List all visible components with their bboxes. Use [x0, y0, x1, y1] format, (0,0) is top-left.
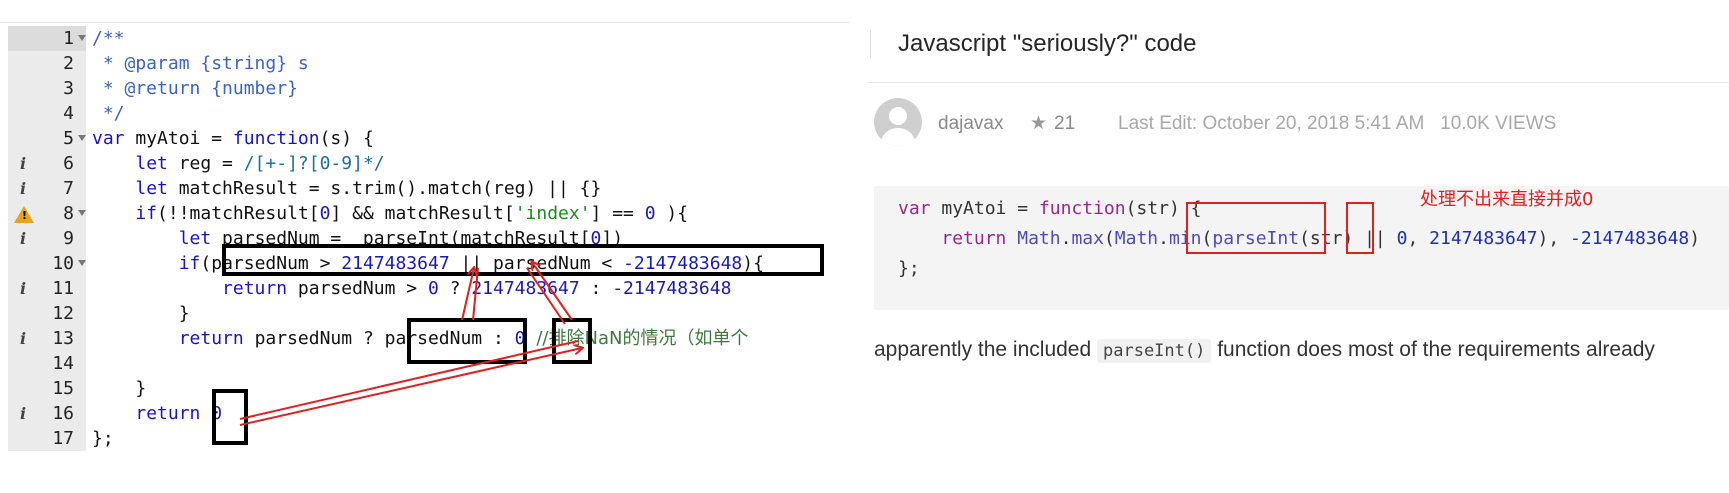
post-title: Javascript "seriously?" code — [898, 30, 1197, 57]
post-paragraph: apparently the included parseInt() funct… — [874, 338, 1655, 363]
author-link[interactable]: dajavax — [938, 113, 1004, 135]
paragraph-text-end: function does most of the requirements a… — [1211, 338, 1655, 361]
star-icon[interactable]: ★ — [1030, 112, 1047, 134]
arrow-up-right — [532, 262, 573, 321]
inline-code: parseInt() — [1097, 339, 1212, 363]
parseint-highlight-box — [1186, 202, 1326, 254]
post-code-block: var myAtoi = function(str) { return Math… — [874, 186, 1729, 310]
paragraph-text-start: apparently the included — [874, 338, 1097, 361]
vote-count: 21 — [1054, 113, 1076, 134]
annotation-note: 处理不出来直接并成0 — [1420, 189, 1594, 210]
arrow-up-right-shaft — [526, 267, 566, 325]
post-code-line: }; — [898, 258, 920, 279]
title-divider — [870, 30, 871, 58]
arrow-up-left-shaft — [472, 267, 479, 321]
avatar[interactable] — [874, 98, 922, 146]
arrow-up-left — [461, 268, 474, 321]
post-code-line: var myAtoi = function(str) { — [898, 198, 1202, 219]
annotation-arrows — [239, 0, 850, 426]
arrow-return-to-zero — [239, 348, 582, 426]
zero-fallback-highlight-box — [1346, 202, 1374, 254]
avatar-body-shape — [881, 128, 915, 146]
avatar-head-shape — [889, 107, 907, 125]
code-editor[interactable]: 1 2 3 4 5 i6 i7 ! 8 i9 10 i 11 12 i 13 14 1… — [0, 0, 850, 493]
arrow-return-to-zero-shaft — [239, 340, 579, 420]
discussion-post: Javascript "seriously?" code dajavax ★ 2… — [862, 0, 1729, 493]
header-divider — [868, 82, 1729, 83]
post-meta: Last Edit: October 20, 2018 5:41 AM 10.0… — [1118, 113, 1557, 134]
